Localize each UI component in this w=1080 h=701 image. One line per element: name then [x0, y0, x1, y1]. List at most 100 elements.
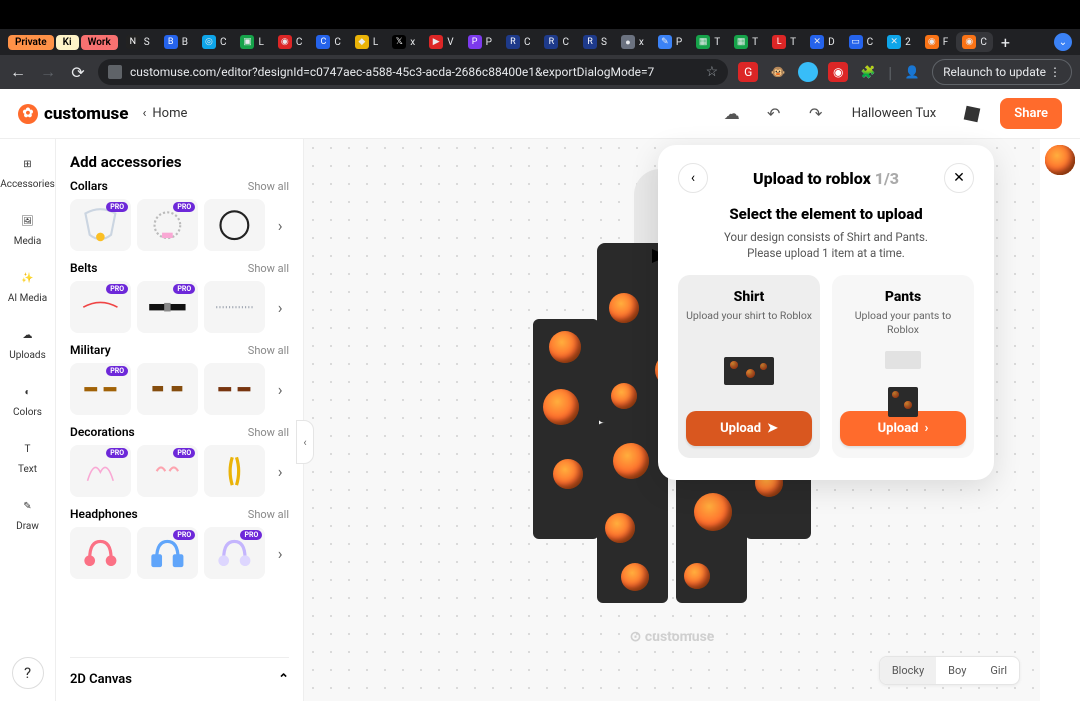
accessory-thumb[interactable]: PRO — [70, 281, 131, 333]
browser-tab[interactable]: ◎C — [196, 32, 233, 52]
upload-card-shirt[interactable]: Shirt Upload your shirt to Roblox Upload… — [678, 275, 820, 458]
browser-tab[interactable]: ▭C — [843, 32, 880, 52]
extension-icon[interactable]: ◉ — [828, 62, 848, 82]
profile-avatar[interactable]: 👤 — [902, 62, 922, 82]
browser-tab[interactable]: ◉F — [919, 32, 955, 52]
upload-card-pants[interactable]: Pants Upload your pants to Roblox Upload… — [832, 275, 974, 458]
category-more-button[interactable]: › — [271, 462, 289, 481]
rail-text[interactable]: TText — [17, 434, 39, 479]
extension-icon[interactable]: 🐵 — [768, 62, 788, 82]
browser-tab[interactable]: ✎P — [652, 32, 688, 52]
canvas-watermark: ⊙ customuse — [630, 629, 715, 645]
browser-tab[interactable]: ◆L — [349, 32, 384, 52]
nav-reload-button[interactable]: ⟳ — [68, 62, 88, 82]
accessory-thumb[interactable]: PRO — [137, 199, 198, 251]
accessory-thumb[interactable] — [137, 363, 198, 415]
browser-tab[interactable]: NS — [120, 32, 156, 52]
card-desc: Upload your shirt to Roblox — [686, 309, 812, 337]
accessory-thumb[interactable] — [204, 363, 265, 415]
browser-tab[interactable]: BB — [158, 32, 194, 52]
browser-tab[interactable]: ▶V — [423, 32, 459, 52]
undo-button[interactable]: ↶ — [760, 100, 788, 128]
modal-back-button[interactable]: ‹ — [678, 163, 708, 193]
new-tab-button[interactable]: + — [995, 33, 1016, 52]
browser-tab[interactable]: RC — [538, 32, 575, 52]
site-info-icon[interactable] — [108, 65, 122, 79]
accessory-thumb[interactable]: PRO — [70, 199, 131, 251]
url-input[interactable]: customuse.com/editor?designId=c0747aec-a… — [98, 59, 728, 85]
category-more-button[interactable]: › — [271, 216, 289, 235]
category-more-button[interactable]: › — [271, 544, 289, 563]
accessory-thumb[interactable] — [204, 281, 265, 333]
browser-tab[interactable]: ●x — [615, 32, 650, 52]
accessory-thumb[interactable]: PRO — [204, 527, 265, 579]
browser-tab[interactable]: ✕D — [804, 32, 841, 52]
badge-work[interactable]: Work — [81, 35, 118, 50]
show-all-link[interactable]: Show all — [248, 180, 289, 193]
accessory-thumb[interactable]: PRO — [137, 281, 198, 333]
roblox-icon[interactable] — [958, 100, 986, 128]
browser-tab[interactable]: CC — [310, 32, 347, 52]
nav-forward-button[interactable]: → — [38, 62, 58, 82]
text-icon: T — [17, 438, 39, 460]
rail-ai-media[interactable]: ✨AI Media — [8, 263, 47, 308]
browser-tab[interactable]: ✕2 — [881, 32, 917, 52]
category-more-button[interactable]: › — [271, 380, 289, 399]
avatar-toggle-boy[interactable]: Boy — [936, 657, 978, 684]
category-more-button[interactable]: › — [271, 298, 289, 317]
browser-tab[interactable]: ◉C — [272, 32, 309, 52]
accessory-thumb[interactable]: PRO — [137, 445, 198, 497]
show-all-link[interactable]: Show all — [248, 508, 289, 521]
document-name[interactable]: Halloween Tux — [852, 106, 937, 121]
accessory-thumb[interactable]: PRO — [70, 445, 131, 497]
canvas-3d-viewport[interactable]: ⊙ customuse Blocky Boy Girl ‹ Upload to … — [304, 139, 1040, 701]
card-desc: Upload your pants to Roblox — [840, 309, 966, 337]
redo-button[interactable]: ↷ — [802, 100, 830, 128]
relaunch-button[interactable]: Relaunch to update ⋮ — [932, 59, 1072, 85]
modal-close-button[interactable]: ✕ — [944, 163, 974, 193]
rail-uploads[interactable]: ☁Uploads — [9, 320, 45, 365]
bookmark-star-icon[interactable]: ☆ — [706, 64, 719, 80]
browser-tab[interactable]: ▣L — [234, 32, 269, 52]
browser-tab[interactable]: PP — [462, 32, 498, 52]
tab-overflow-button[interactable]: ⌄ — [1054, 33, 1072, 51]
rail-colors[interactable]: ◐Colors — [13, 377, 42, 422]
extensions-menu-icon[interactable]: 🧩 — [858, 62, 878, 82]
browser-tab[interactable]: LT — [766, 32, 802, 52]
badge-ki[interactable]: Ki — [56, 35, 79, 50]
brand-logo[interactable]: ✿ customuse — [18, 104, 128, 124]
browser-tab[interactable]: RC — [500, 32, 537, 52]
show-all-link[interactable]: Show all — [248, 262, 289, 275]
upload-shirt-button[interactable]: Upload➤ — [686, 411, 812, 446]
canvas-2d-toggle[interactable]: 2D Canvas ⌃ — [70, 657, 289, 701]
extension-icon[interactable] — [798, 62, 818, 82]
browser-tab[interactable]: 𝕏x — [386, 32, 421, 52]
avatar-toggle-girl[interactable]: Girl — [978, 657, 1019, 684]
browser-tab[interactable]: ▦T — [690, 32, 726, 52]
category-name: Military — [70, 343, 111, 357]
accessory-thumb[interactable]: PRO — [137, 527, 198, 579]
help-button[interactable]: ? — [12, 657, 44, 689]
show-all-link[interactable]: Show all — [248, 344, 289, 357]
rail-draw[interactable]: ✎Draw — [16, 491, 39, 536]
pattern-swatch[interactable] — [1045, 145, 1075, 175]
chevron-left-icon: ‹ — [142, 106, 146, 121]
rail-media[interactable]: 🖼Media — [14, 206, 42, 251]
show-all-link[interactable]: Show all — [248, 426, 289, 439]
accessory-thumb[interactable] — [70, 527, 131, 579]
browser-tab[interactable]: RS — [577, 32, 613, 52]
accessory-thumb[interactable]: PRO — [70, 363, 131, 415]
home-link[interactable]: ‹ Home — [142, 106, 187, 121]
accessory-thumb[interactable] — [204, 199, 265, 251]
badge-private[interactable]: Private — [8, 35, 54, 50]
rail-accessories[interactable]: ⊞Accessories — [0, 149, 55, 194]
panel-collapse-handle[interactable]: ‹ — [296, 420, 314, 464]
nav-back-button[interactable]: ← — [8, 62, 28, 82]
cloud-sync-icon[interactable]: ☁ — [718, 100, 746, 128]
share-button[interactable]: Share — [1000, 98, 1062, 129]
browser-tab-active[interactable]: ◉C — [956, 32, 993, 52]
browser-tab[interactable]: ▦T — [728, 32, 764, 52]
avatar-toggle-blocky[interactable]: Blocky — [880, 657, 936, 684]
accessory-thumb[interactable] — [204, 445, 265, 497]
extension-icon[interactable]: G — [738, 62, 758, 82]
